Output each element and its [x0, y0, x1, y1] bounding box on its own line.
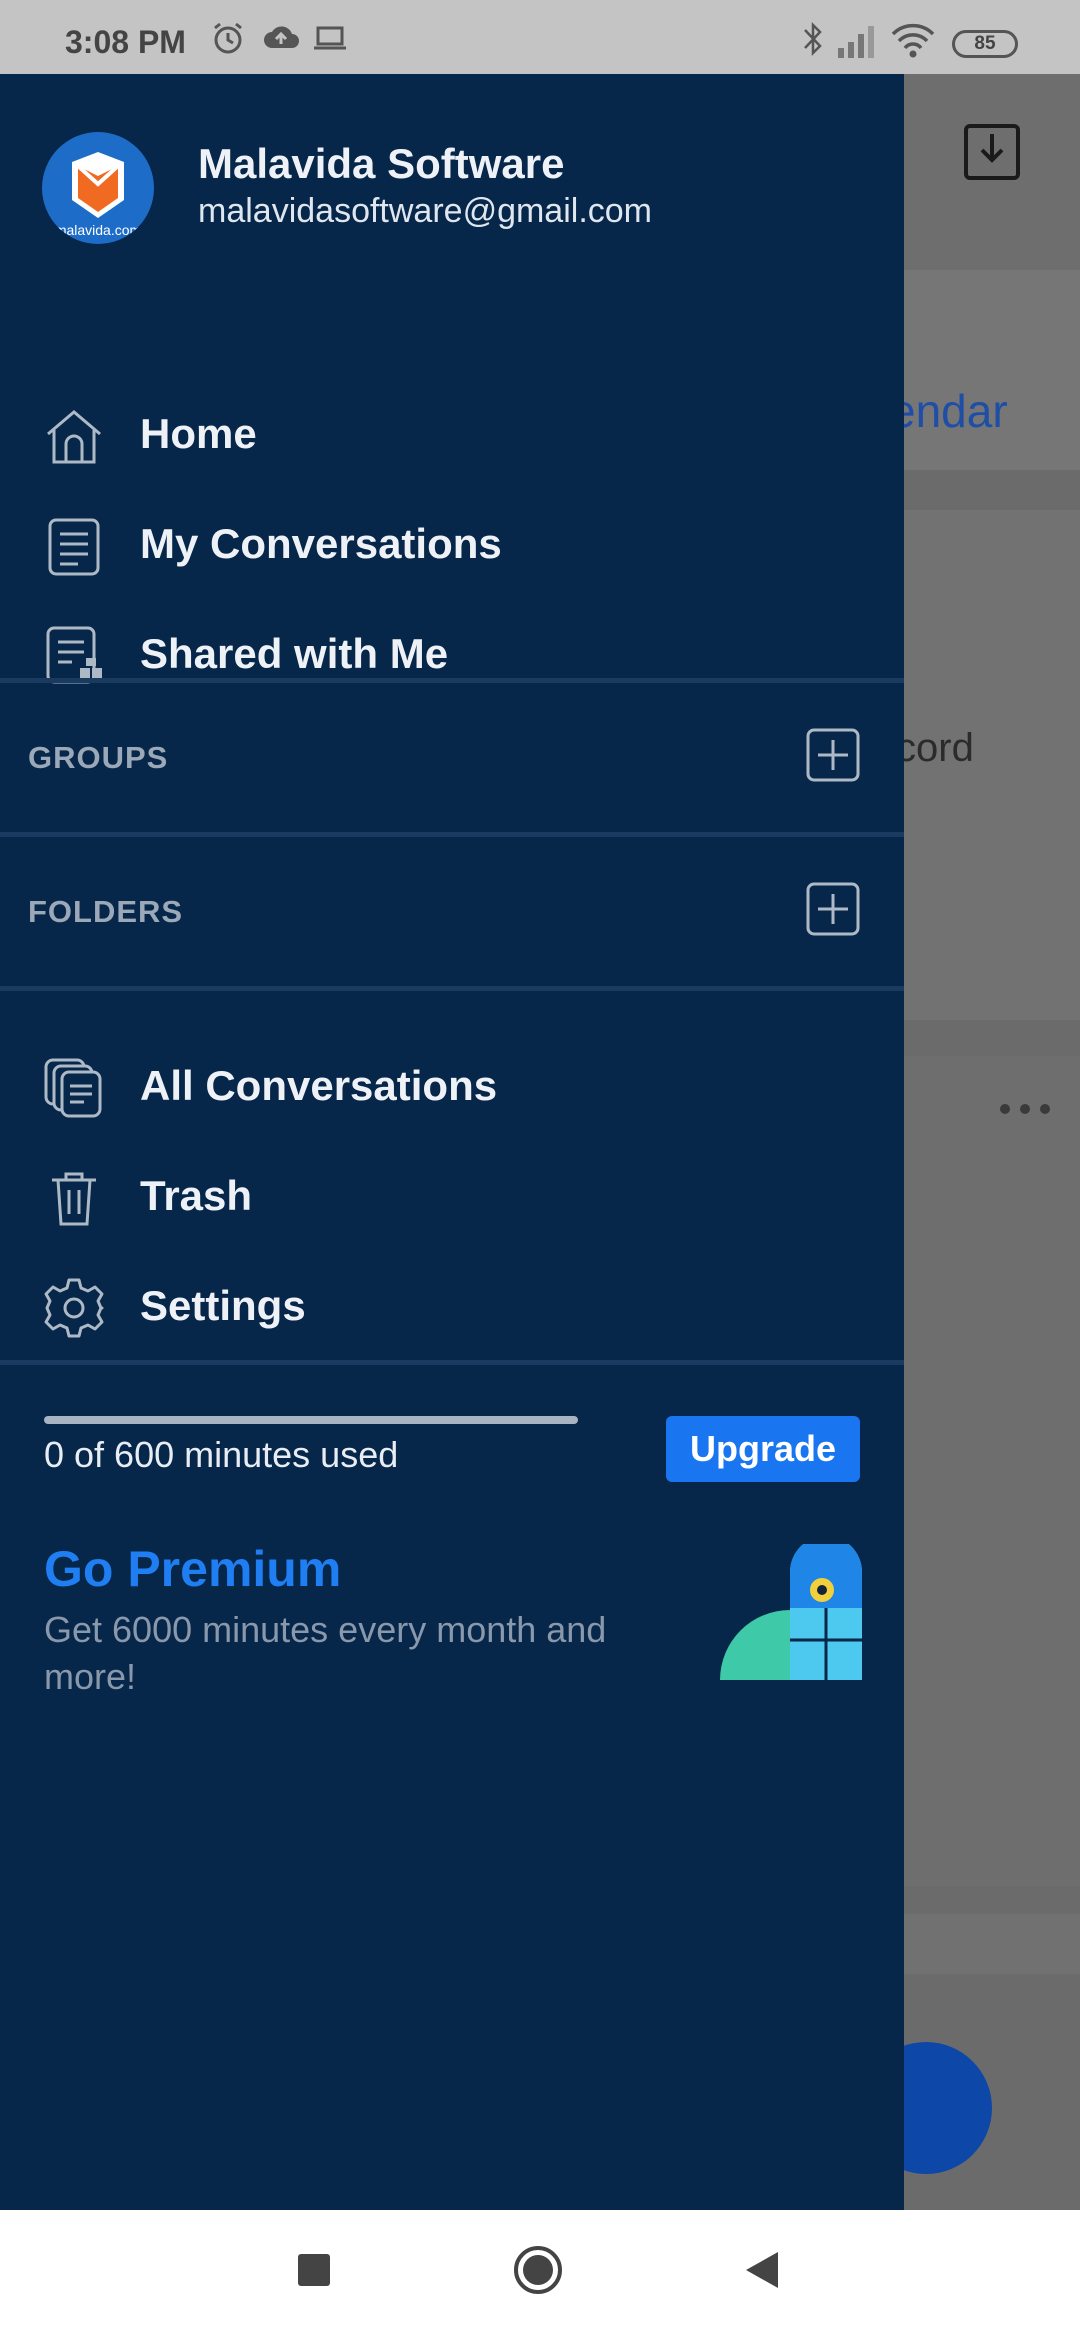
nav-label-trash: Trash [140, 1172, 253, 1219]
more-options-icon [1000, 1104, 1050, 1114]
background-record-text: cord [896, 726, 974, 770]
system-navigation-bar [0, 2210, 1080, 2340]
nav-label-home: Home [140, 410, 257, 457]
home-button[interactable] [512, 2244, 564, 2296]
nav-item-trash[interactable]: Trash [0, 1146, 904, 1246]
divider [0, 986, 904, 991]
nav-label-shared-with-me: Shared with Me [140, 630, 449, 677]
divider [0, 678, 904, 683]
nav-item-settings[interactable]: Settings [0, 1256, 904, 1356]
profile-name: Malavida Software [198, 140, 565, 187]
upgrade-button[interactable]: Upgrade [666, 1416, 860, 1482]
laptop-icon [314, 26, 346, 50]
home-icon [47, 410, 101, 464]
premium-description: Get 6000 minutes every month and more! [44, 1609, 607, 1697]
nav-label-settings: Settings [140, 1282, 306, 1329]
divider [0, 832, 904, 837]
download-icon [964, 124, 1020, 180]
background-calendar-text: endar [890, 385, 1008, 437]
nav-item-home[interactable]: Home [0, 384, 904, 484]
wifi-icon [891, 23, 935, 58]
trash-icon [52, 1172, 96, 1226]
premium-title[interactable]: Go Premium [44, 1540, 341, 1598]
usage-progress-fill [44, 1416, 578, 1424]
groups-section-title: GROUPS [28, 740, 169, 775]
nav-item-all-conversations[interactable]: All Conversations [0, 1036, 904, 1136]
add-group-button[interactable] [806, 728, 860, 782]
navigation-drawer: malavida.com Malavida Software malavidas… [0, 74, 904, 2210]
divider [0, 1360, 904, 1365]
status-time: 3:08 PM [65, 24, 186, 60]
battery-indicator: 85 [952, 30, 1018, 58]
status-bar: 3:08 PM 85 [0, 0, 1080, 74]
premium-mascot-icon [720, 1544, 862, 1680]
usage-text: 0 of 600 minutes used [44, 1434, 399, 1475]
nav-label-my-conversations: My Conversations [140, 520, 502, 567]
signal-icon [838, 26, 874, 58]
bluetooth-icon [804, 21, 822, 57]
nav-item-shared-with-me[interactable]: Shared with Me [0, 604, 904, 704]
gear-icon [44, 1278, 104, 1338]
recents-button[interactable] [296, 2252, 332, 2288]
stacked-documents-icon [44, 1058, 102, 1118]
nav-label-all-conversations: All Conversations [140, 1062, 498, 1109]
back-button[interactable] [742, 2250, 780, 2290]
nav-item-my-conversations[interactable]: My Conversations [0, 494, 904, 594]
folders-section-title: FOLDERS [28, 894, 184, 929]
add-folder-button[interactable] [806, 882, 860, 936]
cloud-upload-icon [264, 26, 299, 48]
usage-progress-bar [44, 1416, 578, 1424]
avatar[interactable]: malavida.com [42, 132, 154, 244]
profile-email: malavidasoftware@gmail.com [198, 192, 653, 230]
alarm-icon [214, 22, 242, 54]
document-icon [48, 518, 100, 576]
avatar-lettering: malavida.com [54, 222, 142, 238]
